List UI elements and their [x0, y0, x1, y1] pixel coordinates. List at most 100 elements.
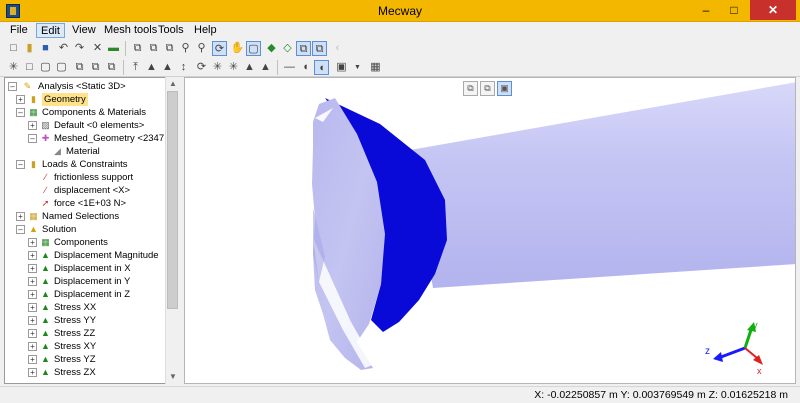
tree-item-solution-components[interactable]: + ▦ Components [8, 236, 168, 249]
tree-item-components-materials[interactable]: – ▦ Components & Materials [8, 106, 168, 119]
volume-icon[interactable]: ◖ [314, 60, 329, 75]
select-box-icon[interactable]: ▢ [246, 41, 261, 56]
dropdown-arrow-icon[interactable]: ▼ [350, 60, 365, 75]
maximize-button[interactable]: □ [720, 0, 748, 20]
render-solid-icon[interactable]: ◆ [264, 41, 279, 56]
expand-icon[interactable]: + [28, 264, 37, 273]
copy-icon[interactable]: ▲ [160, 60, 175, 75]
mirror-icon[interactable]: ▲ [144, 60, 159, 75]
revolve-icon[interactable]: ⧉ [88, 60, 103, 75]
expand-icon[interactable]: + [28, 238, 37, 247]
tree-scrollbar[interactable]: ▲ ▼ [165, 77, 179, 384]
tree-item-force[interactable]: ➚ force <1E+03 N> [8, 197, 168, 210]
tree-item-solution[interactable]: – ▲ Solution [8, 223, 168, 236]
rotate-icon[interactable]: ⟳ [212, 41, 227, 56]
tree-item-material[interactable]: ◢ Material [8, 145, 168, 158]
element-select-icon[interactable]: ⧉ [296, 41, 311, 56]
render-wire-icon[interactable]: ◇ [280, 41, 295, 56]
merge-icon[interactable]: ✳ [226, 60, 241, 75]
close-button[interactable]: ✕ [750, 0, 796, 20]
tree-item-named-selections[interactable]: + ▦ Named Selections [8, 210, 168, 223]
menu-help[interactable]: Help [190, 23, 221, 38]
save-icon[interactable]: ■ [38, 41, 53, 56]
element-icon[interactable]: □ [22, 60, 37, 75]
tree-item-frictionless-support[interactable]: ∕ frictionless support [8, 171, 168, 184]
measure-icon[interactable]: ⤒ [128, 60, 143, 75]
collapse-icon[interactable]: – [16, 108, 25, 117]
tree-item-geometry[interactable]: + ▮ Geometry [8, 93, 168, 106]
tree-item-analysis[interactable]: – ✎ Analysis <Static 3D> [8, 80, 168, 93]
tree-item-default-component[interactable]: + ▨ Default <0 elements> [8, 119, 168, 132]
tree-item-result[interactable]: + ▲ Displacement Magnitude [8, 249, 168, 262]
new-file-icon[interactable]: □ [6, 41, 21, 56]
delete-icon[interactable]: ✕ [90, 41, 105, 56]
minimize-button[interactable]: – [692, 0, 720, 20]
menu-mesh-tools[interactable]: Mesh tools [100, 23, 161, 38]
expand-icon[interactable]: + [28, 355, 37, 364]
tree-item-loads-constraints[interactable]: – ▮ Loads & Constraints [8, 158, 168, 171]
toolbar-separator [277, 60, 278, 75]
collapse-icon[interactable]: – [16, 160, 25, 169]
transform-icon[interactable]: ⟳ [194, 60, 209, 75]
menu-edit[interactable]: Edit [36, 23, 65, 38]
line-icon[interactable]: — [282, 60, 297, 75]
expand-icon[interactable]: + [28, 329, 37, 338]
expand-icon[interactable]: + [28, 303, 37, 312]
view-back-icon[interactable]: ⧉ [146, 41, 161, 56]
expand-icon[interactable]: + [28, 290, 37, 299]
tree-item-result[interactable]: + ▲ Stress ZX [8, 366, 168, 379]
scroll-thumb[interactable] [167, 91, 178, 309]
expand-icon[interactable]: + [28, 316, 37, 325]
collapse-icon[interactable]: – [16, 225, 25, 234]
surface-icon[interactable]: ◖ [298, 60, 313, 75]
view-front-icon[interactable]: ⧉ [130, 41, 145, 56]
scroll-up-arrow-icon[interactable]: ▲ [166, 77, 180, 91]
redo-icon[interactable]: ↷ [72, 41, 87, 56]
table-icon[interactable]: ▦ [368, 60, 383, 75]
scroll-down-arrow-icon[interactable]: ▼ [166, 370, 180, 384]
smooth-icon[interactable]: ▲ [258, 60, 273, 75]
expand-icon[interactable]: + [28, 277, 37, 286]
refine-icon[interactable]: ✳ [210, 60, 225, 75]
collapse-icon[interactable]: – [28, 134, 37, 143]
menu-tools[interactable]: Tools [154, 23, 188, 38]
tree-item-result[interactable]: + ▲ Stress XY [8, 340, 168, 353]
menu-view[interactable]: View [68, 23, 100, 38]
tree-item-result[interactable]: + ▲ Stress YZ [8, 353, 168, 366]
expand-icon[interactable]: + [16, 95, 25, 104]
expand-icon[interactable]: + [28, 121, 37, 130]
open-folder-icon[interactable]: ▮ [22, 41, 37, 56]
expand-icon[interactable]: + [28, 251, 37, 260]
node-icon[interactable]: ✳ [6, 60, 21, 75]
extrude-icon[interactable]: ⧉ [72, 60, 87, 75]
expand-icon[interactable]: + [16, 212, 25, 221]
zoom-fit-icon[interactable]: ⚲ [194, 41, 209, 56]
tree-item-result[interactable]: + ▲ Displacement in X [8, 262, 168, 275]
scale-icon[interactable]: ↕ [176, 60, 191, 75]
menu-file[interactable]: File [6, 23, 32, 38]
tree-item-displacement[interactable]: ∕ displacement <X> [8, 184, 168, 197]
pan-icon[interactable]: ✋ [230, 41, 245, 56]
tree-item-result[interactable]: + ▲ Stress XX [8, 301, 168, 314]
tree-item-result[interactable]: + ▲ Stress YY [8, 314, 168, 327]
back-arrow-icon[interactable]: ‹ [330, 41, 345, 56]
3d-viewport[interactable]: ⧉ ⧉ ▣ z y x [184, 77, 796, 384]
expand-icon[interactable]: + [28, 342, 37, 351]
expand-icon[interactable]: + [28, 368, 37, 377]
solve-icon[interactable]: ▬ [106, 41, 121, 56]
sweep-icon[interactable]: ⧉ [104, 60, 119, 75]
model-render[interactable]: z y x [185, 78, 795, 383]
hex-icon[interactable]: ▢ [54, 60, 69, 75]
view-top-icon[interactable]: ⧉ [162, 41, 177, 56]
tree-item-result[interactable]: + ▲ Stress ZZ [8, 327, 168, 340]
tree-item-result[interactable]: + ▲ Displacement in Z [8, 288, 168, 301]
quad-icon[interactable]: ▢ [38, 60, 53, 75]
display-mode-icon[interactable]: ▣ [334, 60, 349, 75]
split-icon[interactable]: ▲ [242, 60, 257, 75]
undo-icon[interactable]: ↶ [56, 41, 71, 56]
tree-item-result[interactable]: + ▲ Displacement in Y [8, 275, 168, 288]
tree-item-meshed-geometry[interactable]: – ✚ Meshed_Geometry <2347 eler [8, 132, 178, 145]
collapse-icon[interactable]: – [8, 82, 17, 91]
face-select-icon[interactable]: ⧉ [312, 41, 327, 56]
zoom-icon[interactable]: ⚲ [178, 41, 193, 56]
